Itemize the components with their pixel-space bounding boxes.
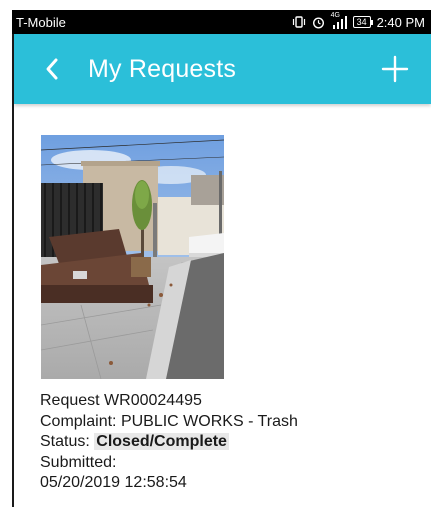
network-type-label: 4G <box>330 12 340 19</box>
page-title: My Requests <box>88 54 237 83</box>
app-bar: My Requests <box>14 34 431 104</box>
battery-level: 34 <box>356 17 367 27</box>
battery-icon: 34 <box>352 16 373 28</box>
status-label: Status: <box>40 433 90 450</box>
plus-icon <box>381 55 409 83</box>
complaint-value: PUBLIC WORKS - Trash <box>120 412 298 430</box>
signal-icon: 4G <box>330 12 347 29</box>
back-button[interactable] <box>30 34 74 104</box>
status-bar: T-Mobile 4G 34 2:40 PM <box>12 10 431 34</box>
status-value: Closed/Complete <box>94 433 229 450</box>
carrier-label: T-Mobile <box>16 14 66 30</box>
chevron-left-icon <box>46 58 58 80</box>
status-indicators: 4G 34 2:40 PM <box>292 12 425 30</box>
request-label: Request <box>40 392 100 409</box>
vibrate-icon <box>292 15 306 29</box>
clock: 2:40 PM <box>376 14 425 30</box>
complaint-label: Complaint: <box>40 412 117 430</box>
request-id: WR00024495 <box>104 392 202 409</box>
status-line: Status: Closed/Complete <box>40 432 420 453</box>
request-card[interactable]: Request WR00024495 Complaint: PUBLIC WOR… <box>14 104 431 507</box>
complaint-line: Complaint: PUBLIC WORKS - Trash <box>40 412 420 433</box>
alarm-icon <box>312 15 325 29</box>
screen: T-Mobile 4G 34 2:40 PM My Requests Reque… <box>0 0 431 507</box>
submitted-label: Submitted: <box>40 453 117 471</box>
request-number-line: Request WR00024495 <box>40 391 420 412</box>
add-request-button[interactable] <box>373 47 417 91</box>
submitted-date: 05/20/2019 12:58:54 <box>40 474 187 491</box>
request-details: Request WR00024495 Complaint: PUBLIC WOR… <box>40 391 420 494</box>
request-photo[interactable] <box>41 135 224 379</box>
